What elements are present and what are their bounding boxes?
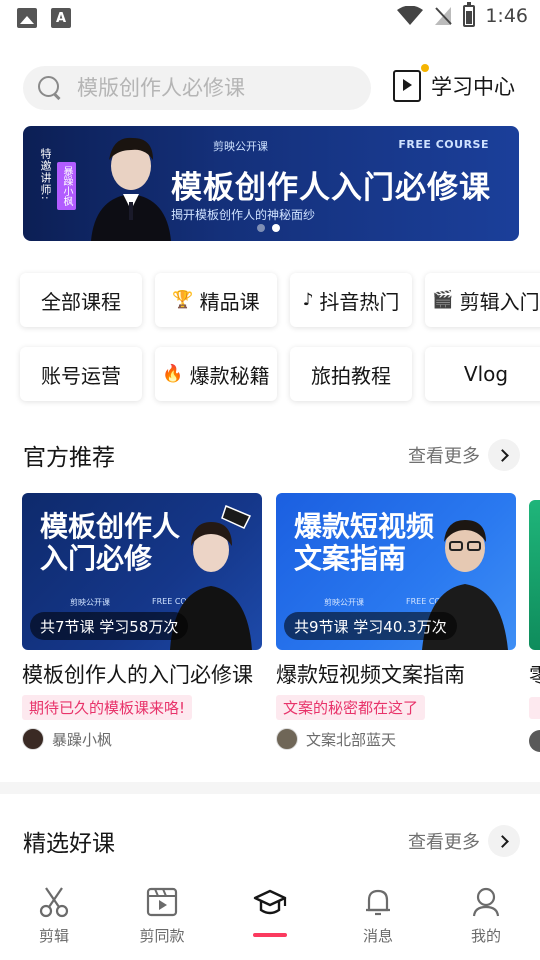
course-thumbnail: 模板创作人 入门必修 剪映公开课 FREE COURSE 共7节课 学习58万次 bbox=[22, 493, 262, 650]
learning-center-label: 学习中心 bbox=[431, 75, 515, 99]
next-course-tag-peek bbox=[529, 697, 540, 719]
see-more-button[interactable] bbox=[488, 439, 520, 471]
see-more-label: 查看更多 bbox=[408, 832, 480, 853]
category-label: 旅拍教程 bbox=[311, 363, 391, 388]
category-label: 精品课 bbox=[199, 289, 260, 314]
category-label: 爆款秘籍 bbox=[189, 363, 270, 388]
category-label: 剪辑入门 bbox=[459, 289, 540, 314]
douyin-icon: ♪ bbox=[302, 290, 314, 310]
nav-label: 消息 bbox=[362, 927, 393, 945]
official-section-header: 官方推荐 查看更多 bbox=[23, 435, 520, 475]
course-author[interactable]: 文案北部蓝天 bbox=[276, 728, 516, 750]
search-bar[interactable] bbox=[23, 66, 371, 110]
course-stats: 共7节课 学习58万次 bbox=[30, 612, 189, 640]
banner-pagination bbox=[257, 224, 280, 232]
category-editing-basics[interactable]: 🎬 剪辑入门 bbox=[425, 273, 540, 327]
see-more-link[interactable]: 查看更多 bbox=[408, 439, 520, 471]
thumbnail-brand: 剪映公开课 bbox=[70, 598, 110, 607]
gallery-notification-icon bbox=[17, 8, 37, 28]
avatar bbox=[276, 728, 298, 750]
see-more-button[interactable] bbox=[488, 825, 520, 857]
section-divider bbox=[0, 782, 540, 794]
course-stats: 共9节课 学习40.3万次 bbox=[284, 612, 457, 640]
category-vlog[interactable]: Vlog bbox=[425, 347, 540, 401]
category-row-2: 账号运营 🔥 爆款秘籍 旅拍教程 Vlog bbox=[20, 347, 540, 401]
chevron-right-icon bbox=[496, 834, 509, 848]
active-tab-indicator bbox=[253, 933, 287, 937]
author-name: 文案北部蓝天 bbox=[306, 730, 397, 749]
graduation-cap-icon bbox=[253, 889, 287, 915]
category-viral-tips[interactable]: 🔥 爆款秘籍 bbox=[155, 347, 277, 401]
course-title: 爆款短视频文案指南 bbox=[276, 663, 465, 687]
banner-subtitle: 揭开模板创作人的神秘面纱 bbox=[171, 208, 316, 222]
instructor-tag: 暴躁小枫 bbox=[57, 162, 76, 210]
pagination-dot-active bbox=[272, 224, 280, 232]
next-course-thumbnail-peek[interactable] bbox=[529, 500, 540, 650]
category-travel[interactable]: 旅拍教程 bbox=[290, 347, 412, 401]
nav-label: 我的 bbox=[470, 927, 501, 945]
promo-banner[interactable]: 特邀讲师: 暴躁小枫 剪映公开课 FREE COURSE 模板创作人入门必修课 … bbox=[23, 126, 519, 241]
banner-free-label: FREE COURSE bbox=[398, 138, 489, 151]
course-tag: 期待已久的模板课来咯! bbox=[22, 695, 193, 720]
next-course-avatar-peek bbox=[529, 730, 540, 752]
nav-label: 剪同款 bbox=[139, 927, 185, 945]
nav-profile[interactable]: 我的 bbox=[432, 875, 540, 960]
next-course-title-peek: 零 bbox=[529, 664, 540, 688]
chevron-right-icon bbox=[496, 448, 509, 462]
course-title: 模板创作人的入门必修课 bbox=[22, 663, 253, 687]
search-input[interactable] bbox=[77, 76, 357, 100]
clapperboard-icon bbox=[146, 887, 178, 917]
nav-messages[interactable]: 消息 bbox=[324, 875, 432, 960]
bottom-navigation: 剪辑 剪同款 消息 我的 bbox=[0, 875, 540, 960]
avatar bbox=[22, 728, 44, 750]
font-notification-icon: A bbox=[51, 8, 71, 28]
see-more-label: 查看更多 bbox=[408, 446, 480, 467]
featured-section-header: 精选好课 查看更多 bbox=[23, 821, 520, 861]
see-more-link[interactable]: 查看更多 bbox=[408, 825, 520, 857]
no-signal-icon bbox=[435, 7, 453, 25]
category-label: 全部课程 bbox=[41, 289, 121, 314]
section-title: 官方推荐 bbox=[23, 445, 115, 471]
banner-side-text: 特邀讲师: bbox=[39, 148, 52, 201]
category-premium[interactable]: 🏆 精品课 bbox=[155, 273, 277, 327]
category-label: 抖音热门 bbox=[319, 289, 400, 314]
thumbnail-brand: 剪映公开课 bbox=[324, 598, 364, 607]
search-icon bbox=[37, 75, 63, 101]
course-author[interactable]: 暴躁小枫 bbox=[22, 728, 262, 750]
course-book-icon bbox=[393, 64, 429, 102]
battery-icon bbox=[463, 2, 476, 27]
status-bar: A 1:46 bbox=[0, 0, 540, 36]
learning-center-button[interactable]: 学习中心 bbox=[393, 64, 515, 102]
author-name: 暴躁小枫 bbox=[52, 730, 113, 749]
clock: 1:46 bbox=[485, 5, 528, 27]
course-card[interactable]: 爆款短视频 文案指南 剪映公开课 FREE COURSE 共9节课 学习40.3… bbox=[276, 493, 516, 750]
clapperboard-icon: 🎬 bbox=[432, 290, 454, 310]
category-douyin-hot[interactable]: ♪ 抖音热门 bbox=[290, 273, 412, 327]
nav-edit[interactable]: 剪辑 bbox=[0, 875, 108, 960]
category-label: Vlog bbox=[463, 362, 509, 386]
instructor-portrait bbox=[91, 137, 171, 241]
category-label: 账号运营 bbox=[41, 363, 121, 388]
trophy-icon: 🏆 bbox=[172, 290, 194, 310]
wifi-icon bbox=[397, 6, 424, 25]
nav-learn-active[interactable] bbox=[216, 875, 324, 960]
banner-title: 模板创作人入门必修课 bbox=[171, 170, 491, 206]
category-account-ops[interactable]: 账号运营 bbox=[20, 347, 142, 401]
course-card[interactable]: 模板创作人 入门必修 剪映公开课 FREE COURSE 共7节课 学习58万次… bbox=[22, 493, 262, 750]
nav-templates[interactable]: 剪同款 bbox=[108, 875, 216, 960]
person-icon bbox=[472, 887, 500, 917]
category-row-1: 全部课程 🏆 精品课 ♪ 抖音热门 🎬 剪辑入门 bbox=[20, 273, 540, 327]
category-all-courses[interactable]: 全部课程 bbox=[20, 273, 142, 327]
bell-icon bbox=[366, 889, 390, 916]
course-thumbnail: 爆款短视频 文案指南 剪映公开课 FREE COURSE 共9节课 学习40.3… bbox=[276, 493, 516, 650]
nav-label: 剪辑 bbox=[38, 927, 69, 945]
course-tag: 文案的秘密都在这了 bbox=[276, 695, 426, 720]
pagination-dot bbox=[257, 224, 265, 232]
fire-icon: 🔥 bbox=[162, 364, 184, 384]
banner-brand: 剪映公开课 bbox=[213, 140, 268, 153]
section-title: 精选好课 bbox=[23, 831, 115, 857]
notification-dot bbox=[421, 64, 429, 72]
scissors-icon bbox=[39, 887, 69, 918]
